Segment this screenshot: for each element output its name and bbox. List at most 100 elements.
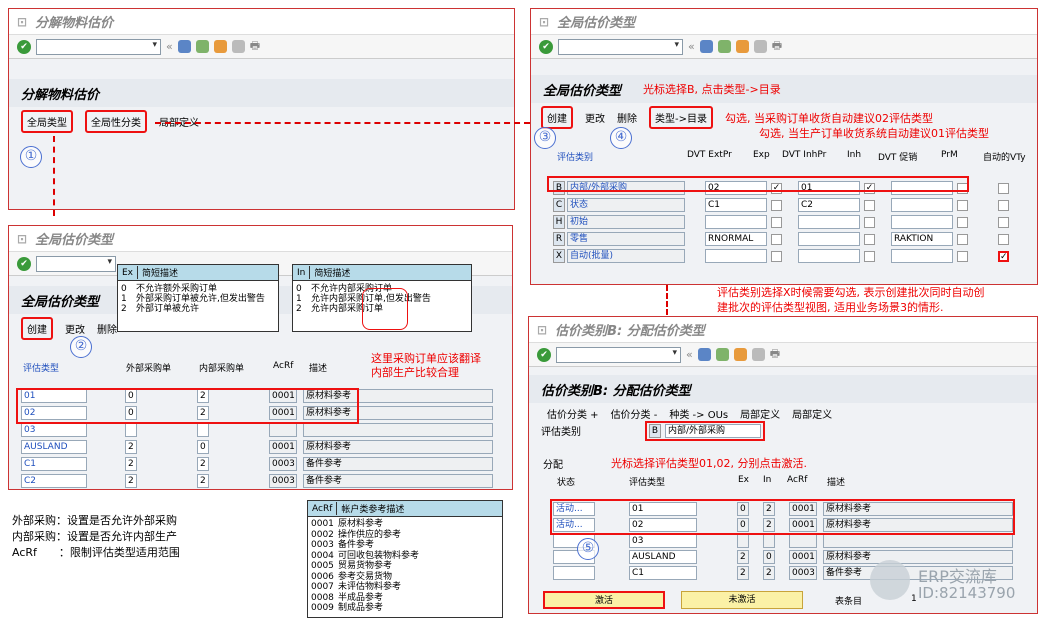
- cancel-icon[interactable]: [753, 40, 767, 53]
- change-button[interactable]: 更改: [585, 110, 605, 125]
- command-field[interactable]: [558, 38, 683, 55]
- cell-key[interactable]: H: [553, 215, 565, 229]
- save-icon[interactable]: [697, 348, 711, 361]
- cell-val-type[interactable]: C1: [21, 457, 87, 471]
- cell-val-type[interactable]: 03: [21, 423, 87, 437]
- cell-ext[interactable]: [125, 423, 137, 437]
- cell-int[interactable]: 2: [197, 474, 209, 488]
- cell-inhpr[interactable]: [798, 249, 860, 263]
- global-categories-button[interactable]: 全局性分类: [85, 110, 147, 133]
- auto-vty-checkbox[interactable]: [998, 182, 1009, 194]
- back-nav-icon[interactable]: [715, 348, 729, 361]
- cell-extpr[interactable]: [705, 215, 767, 229]
- cell-val-type[interactable]: AUSLAND: [21, 440, 87, 454]
- cell-key[interactable]: X: [553, 249, 565, 263]
- print-icon[interactable]: 🖶: [770, 345, 780, 364]
- type-directory-button[interactable]: 类型->目录: [649, 106, 713, 129]
- cell-inhpr[interactable]: C2: [798, 198, 860, 212]
- col-dvt-promo: DVT 促销: [878, 153, 918, 163]
- cell-inhpr[interactable]: [798, 215, 860, 229]
- cell-int[interactable]: [197, 423, 209, 437]
- prm-checkbox[interactable]: [957, 233, 968, 245]
- cell-extpr[interactable]: RNORMAL: [705, 232, 767, 246]
- auto-vty-checkbox[interactable]: ✓: [998, 250, 1009, 262]
- global-types-button[interactable]: 全局类型: [21, 110, 73, 133]
- exp-checkbox[interactable]: [771, 216, 782, 228]
- cell-int[interactable]: 0: [197, 440, 209, 454]
- back-nav-icon[interactable]: [717, 40, 731, 53]
- back-icon[interactable]: «: [686, 348, 693, 361]
- cell-ext[interactable]: 2: [125, 457, 137, 471]
- exp-checkbox[interactable]: [771, 250, 782, 262]
- inh-checkbox[interactable]: [864, 199, 875, 211]
- cell-val-type[interactable]: C2: [21, 474, 87, 488]
- category-key[interactable]: B: [649, 424, 661, 438]
- cancel-icon[interactable]: [751, 348, 765, 361]
- cell-inhpr[interactable]: [798, 232, 860, 246]
- val-cat-minus-button[interactable]: 估价分类 -: [611, 406, 658, 421]
- cell-status[interactable]: [553, 566, 595, 580]
- exit-icon[interactable]: [733, 348, 747, 361]
- save-icon[interactable]: [699, 40, 713, 53]
- command-field[interactable]: [36, 255, 116, 272]
- print-icon[interactable]: 🖶: [250, 37, 260, 56]
- save-icon[interactable]: [177, 40, 191, 53]
- inh-checkbox[interactable]: [864, 216, 875, 228]
- command-field[interactable]: [556, 346, 681, 363]
- inh-checkbox[interactable]: [864, 233, 875, 245]
- ok-icon[interactable]: ✔: [539, 39, 553, 54]
- exp-checkbox[interactable]: [771, 233, 782, 245]
- auto-vty-checkbox[interactable]: [998, 216, 1009, 228]
- cell-promo[interactable]: [891, 249, 953, 263]
- exit-icon[interactable]: [735, 40, 749, 53]
- hint-text: 光标选择B, 点击类型->目录: [643, 83, 781, 96]
- cell-val-type[interactable]: C1: [629, 566, 697, 580]
- auto-vty-checkbox[interactable]: [998, 233, 1009, 245]
- cell-extpr[interactable]: C1: [705, 198, 767, 212]
- auto-vty-checkbox[interactable]: [998, 199, 1009, 211]
- cell-int[interactable]: 2: [197, 457, 209, 471]
- activate-button[interactable]: 激活: [543, 591, 665, 609]
- command-field[interactable]: [36, 38, 161, 55]
- cell-val-type[interactable]: AUSLAND: [629, 550, 697, 564]
- deactivate-button[interactable]: 未激活: [681, 591, 803, 609]
- delete-button[interactable]: 删除: [617, 110, 637, 125]
- ok-icon[interactable]: ✔: [537, 347, 551, 362]
- cell-extpr[interactable]: [705, 249, 767, 263]
- local-def-button-1[interactable]: 局部定义: [740, 406, 780, 421]
- val-cat-plus-button[interactable]: 估价分类 +: [547, 406, 599, 421]
- delete-button[interactable]: 删除: [97, 321, 117, 336]
- cell-desc: 备件参考: [303, 474, 493, 488]
- prm-checkbox[interactable]: [957, 216, 968, 228]
- cell-key[interactable]: R: [553, 232, 565, 246]
- cell-key[interactable]: C: [553, 198, 565, 212]
- back-icon[interactable]: «: [166, 40, 173, 53]
- back-icon[interactable]: «: [688, 40, 695, 53]
- create-button[interactable]: 创建: [21, 317, 53, 340]
- local-def-button-2[interactable]: 局部定义: [792, 406, 832, 421]
- inh-checkbox[interactable]: [864, 250, 875, 262]
- cell-ext[interactable]: 2: [125, 440, 137, 454]
- exit-icon[interactable]: [213, 40, 227, 53]
- popup-code: 0006: [311, 571, 334, 582]
- prm-checkbox[interactable]: [957, 199, 968, 211]
- print-icon[interactable]: 🖶: [772, 37, 782, 56]
- cell-val-type[interactable]: 03: [629, 534, 697, 548]
- ok-icon[interactable]: ✔: [17, 256, 31, 271]
- change-button[interactable]: 更改: [65, 321, 85, 336]
- exp-checkbox[interactable]: [771, 199, 782, 211]
- ok-icon[interactable]: ✔: [17, 39, 31, 54]
- screen-header: 分解物料估价: [9, 79, 514, 107]
- back-nav-icon[interactable]: [195, 40, 209, 53]
- cell-promo[interactable]: [891, 215, 953, 229]
- cell-acrf: 0001: [789, 550, 817, 564]
- type-to-ous-button[interactable]: 种类 -> OUs: [669, 406, 728, 421]
- cell-ext[interactable]: 2: [125, 474, 137, 488]
- prm-checkbox[interactable]: [957, 250, 968, 262]
- category-label: 评估类别: [541, 427, 581, 438]
- cancel-icon[interactable]: [231, 40, 245, 53]
- create-button[interactable]: 创建: [541, 106, 573, 129]
- col-valuation-type: 评估类型: [23, 364, 60, 374]
- cell-promo[interactable]: [891, 198, 953, 212]
- cell-promo[interactable]: RAKTION: [891, 232, 953, 246]
